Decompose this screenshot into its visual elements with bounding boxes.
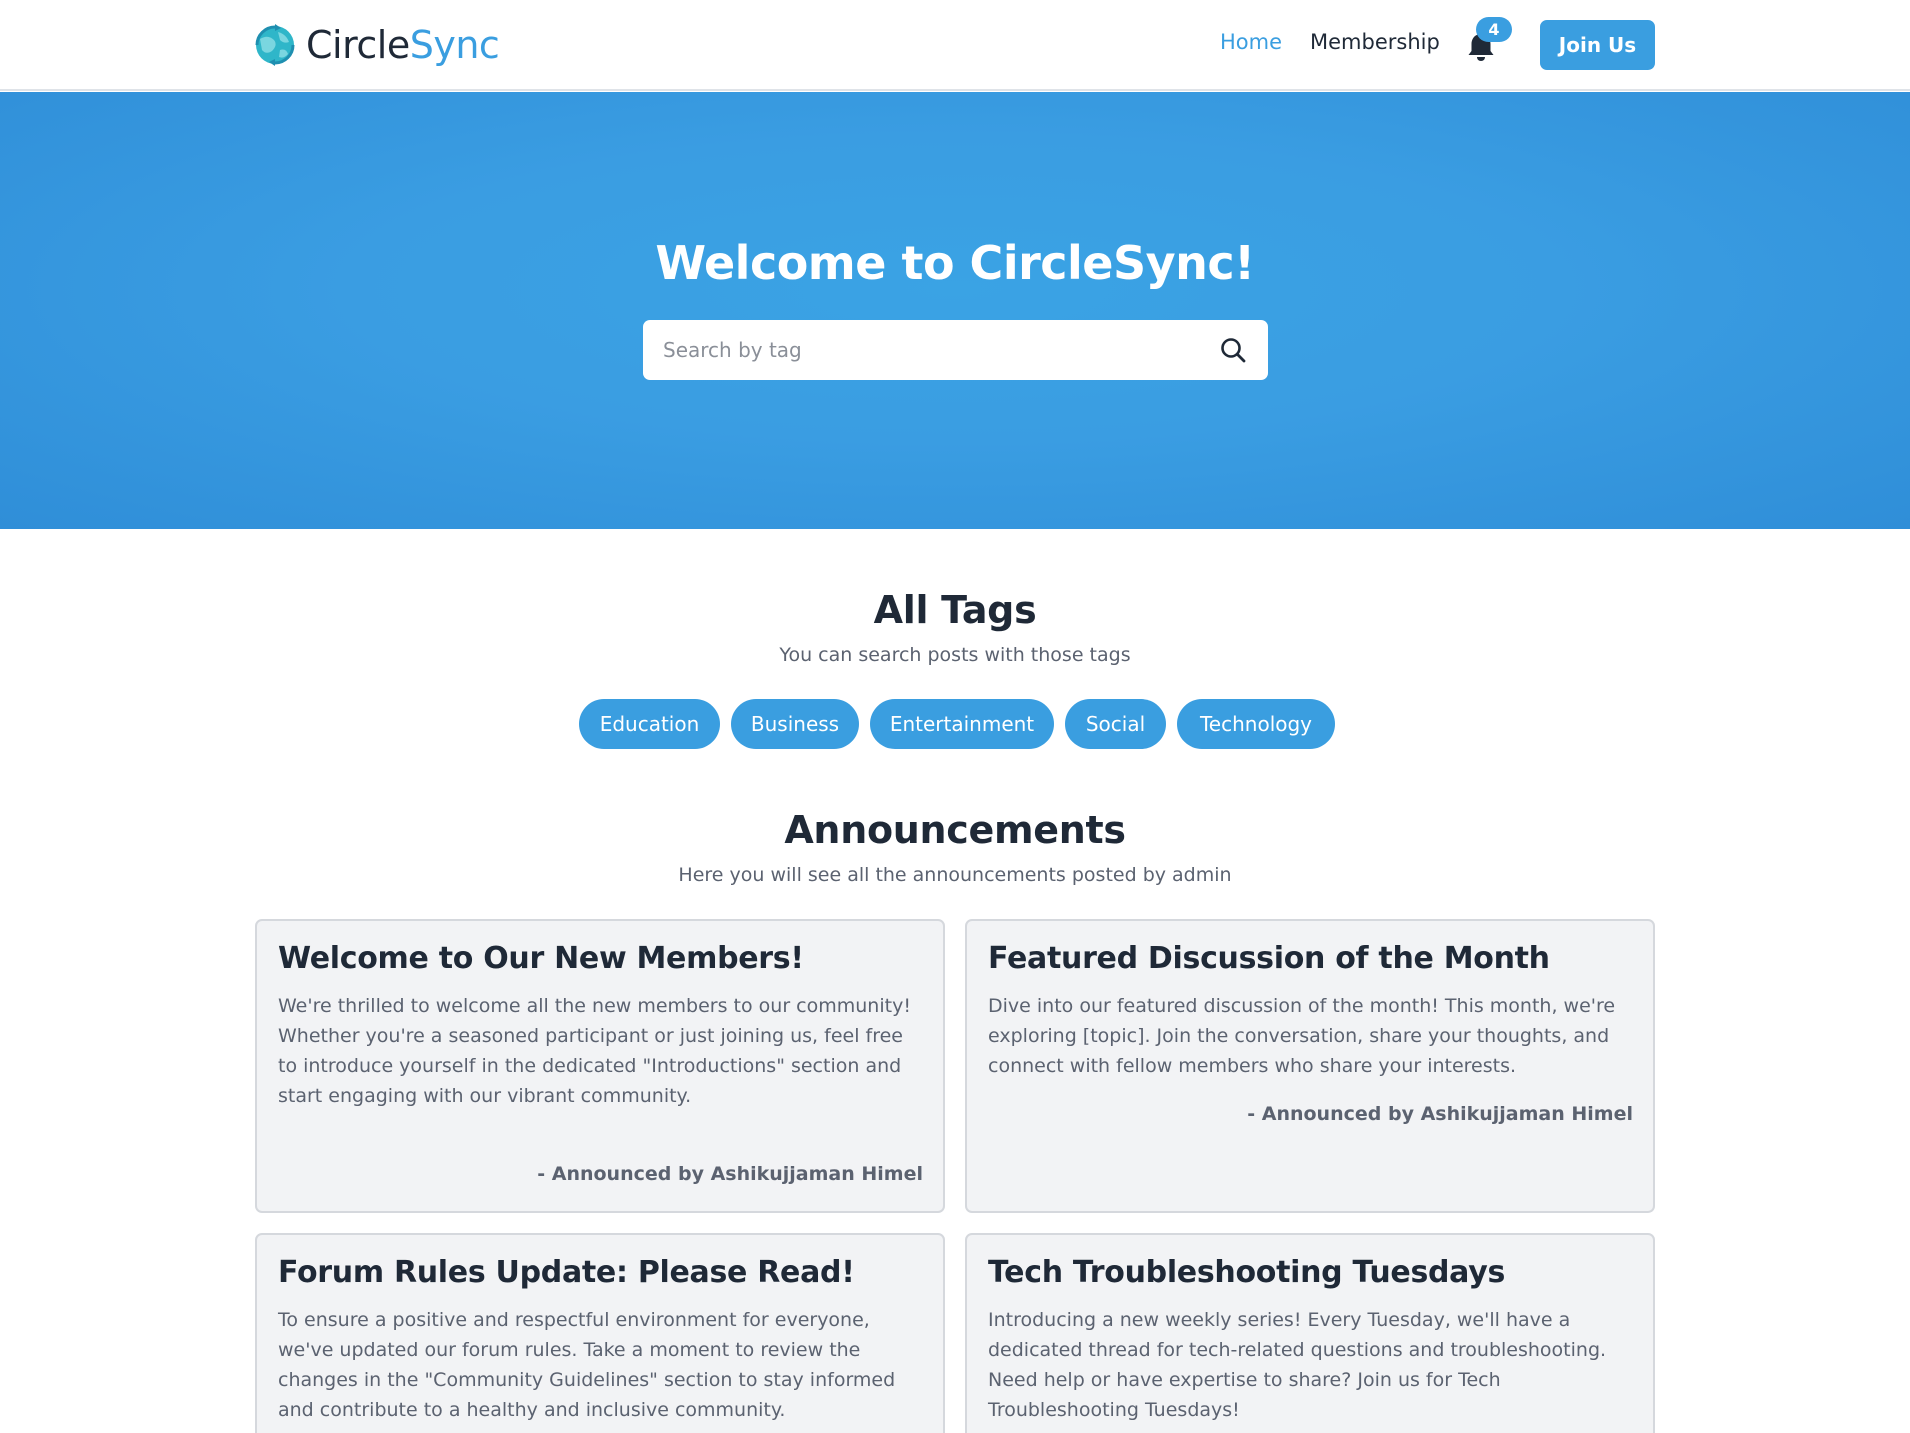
announcement-title: Tech Troubleshooting Tuesdays xyxy=(988,1255,1506,1290)
announcement-author: - Announced by Ashikujjaman Himel xyxy=(1247,1103,1633,1125)
search-icon[interactable] xyxy=(1219,336,1247,364)
tag-entertainment[interactable]: Entertainment xyxy=(870,699,1054,749)
announcement-body: Introducing a new weekly series! Every T… xyxy=(988,1309,1607,1421)
announcements-section-title: Announcements xyxy=(784,808,1126,852)
tag-search-box xyxy=(643,320,1268,380)
announcement-title: Featured Discussion of the Month xyxy=(988,941,1550,976)
announcement-card: Tech Troubleshooting Tuesdays Introducin… xyxy=(965,1233,1655,1433)
announcements-section-subtitle: Here you will see all the announcements … xyxy=(678,864,1232,886)
tag-list: Education Business Entertainment Social … xyxy=(579,699,1335,749)
tag-social[interactable]: Social xyxy=(1065,699,1166,749)
announcement-card: Forum Rules Update: Please Read! To ensu… xyxy=(255,1233,945,1433)
tag-search-input[interactable] xyxy=(663,320,1193,380)
announcement-body: Dive into our featured discussion of the… xyxy=(988,995,1616,1077)
brand-name-part1: Circle xyxy=(306,23,410,67)
announcement-card: Featured Discussion of the Month Dive in… xyxy=(965,919,1655,1213)
brand-name-part2: Sync xyxy=(409,23,500,67)
announcement-title: Welcome to Our New Members! xyxy=(278,941,804,976)
announcement-author: - Announced by Ashikujjaman Himel xyxy=(537,1163,923,1185)
tag-business[interactable]: Business xyxy=(731,699,859,749)
brand-name: CircleSync xyxy=(306,23,500,67)
brand-logo[interactable]: CircleSync xyxy=(254,22,500,68)
nav-membership-link[interactable]: Membership xyxy=(1310,30,1440,54)
tag-education[interactable]: Education xyxy=(579,699,720,749)
notification-count-badge: 4 xyxy=(1476,17,1512,42)
announcement-body: To ensure a positive and respectful envi… xyxy=(278,1309,896,1421)
announcement-title: Forum Rules Update: Please Read! xyxy=(278,1255,855,1290)
navbar: CircleSync Home Membership 4 Join Us xyxy=(0,0,1910,91)
announcement-card: Welcome to Our New Members! We're thrill… xyxy=(255,919,945,1213)
hero-banner: Welcome to CircleSync! xyxy=(0,92,1910,529)
join-us-button[interactable]: Join Us xyxy=(1540,20,1655,70)
tag-technology[interactable]: Technology xyxy=(1177,699,1335,749)
globe-sync-icon xyxy=(255,24,295,66)
tags-section-subtitle: You can search posts with those tags xyxy=(779,644,1131,666)
announcement-body: We're thrilled to welcome all the new me… xyxy=(278,995,911,1107)
tags-section-title: All Tags xyxy=(873,588,1037,632)
nav-home-link[interactable]: Home xyxy=(1220,30,1282,54)
hero-title: Welcome to CircleSync! xyxy=(655,236,1255,290)
